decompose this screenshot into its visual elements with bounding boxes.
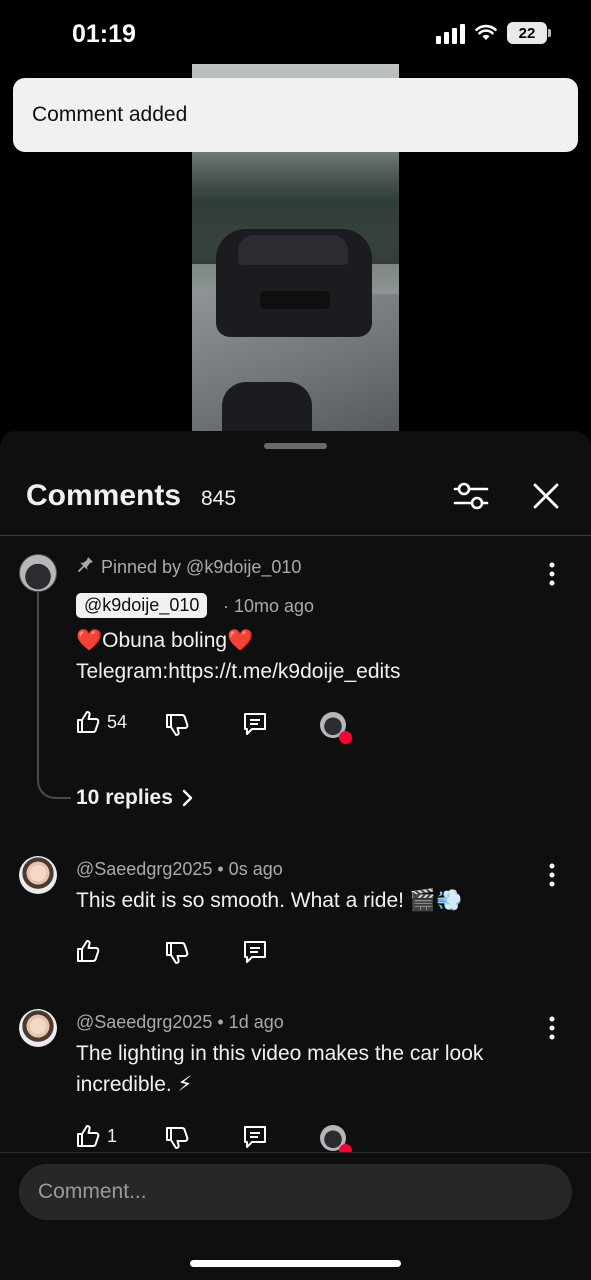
pin-icon [78,557,93,572]
comment-text: This edit is so smooth. What a ride! 🎬💨 [76,889,463,912]
creator-heart-badge [320,712,352,744]
avatar[interactable] [19,1009,57,1047]
avatar[interactable] [19,856,57,894]
more-options-icon[interactable] [548,1015,556,1041]
like-count: 54 [107,711,128,732]
pinned-label: Pinned by @k9doije_010 [101,557,302,577]
like-button[interactable] [75,938,107,964]
header-divider [0,535,591,536]
chevron-right-icon [182,789,193,807]
comment-meta: @Saeedgrg2025 • 0s ago [76,859,283,879]
comments-title: Comments [26,479,182,512]
comment-input[interactable] [19,1164,572,1220]
home-indicator[interactable] [190,1260,401,1267]
thumbs-down-icon[interactable] [164,1125,190,1151]
reply-icon[interactable] [242,711,268,737]
creator-heart-badge [320,1125,352,1157]
like-button[interactable]: 1 [75,1123,117,1149]
more-options-icon[interactable] [548,862,556,888]
thread-line [37,591,71,799]
close-icon[interactable] [529,479,563,513]
comment-time: · 10mo ago [223,596,315,616]
like-count: 1 [107,1125,118,1146]
status-bar: 01:19 22 [0,0,591,70]
battery-icon: 22 [507,22,551,44]
thumbs-up-icon [77,1125,100,1147]
comments-count: 845 [201,487,237,510]
video-frame-car-second [222,382,312,432]
comment-meta: @Saeedgrg2025 • 1d ago [76,1012,284,1032]
comment-text-line2[interactable]: Telegram:https://t.me/k9doije_edits [76,656,401,687]
avatar[interactable] [19,554,57,592]
thumbs-down-icon[interactable] [164,712,190,738]
video-frame-car [216,229,372,337]
comment-input-bar [0,1152,591,1280]
sort-filter-icon[interactable] [452,479,490,513]
reply-icon[interactable] [242,1124,268,1150]
toast-notification: Comment added [13,78,578,152]
thumbs-up-icon [77,711,100,733]
reply-icon[interactable] [242,939,268,965]
status-icons: 22 [436,22,551,44]
author-handle-chip[interactable]: @k9doije_010 [76,593,208,618]
replies-label: 10 replies [76,786,173,809]
comment-text-line2: incredible. ⚡ [76,1073,193,1096]
comment-text-line1: The lighting in this video makes the car… [76,1042,484,1065]
thumbs-down-icon[interactable] [164,940,190,966]
comment-text-line1: ❤️Obuna boling❤️ [76,629,254,652]
like-button[interactable]: 54 [75,709,127,735]
toast-text: Comment added [32,103,188,126]
thumbs-up-icon [77,940,100,962]
wifi-icon [475,24,497,40]
cellular-signal-icon [436,22,465,44]
drag-handle[interactable] [264,443,327,449]
view-replies-button[interactable]: 10 replies [76,786,193,810]
more-options-icon[interactable] [548,561,556,587]
status-time: 01:19 [72,20,136,48]
